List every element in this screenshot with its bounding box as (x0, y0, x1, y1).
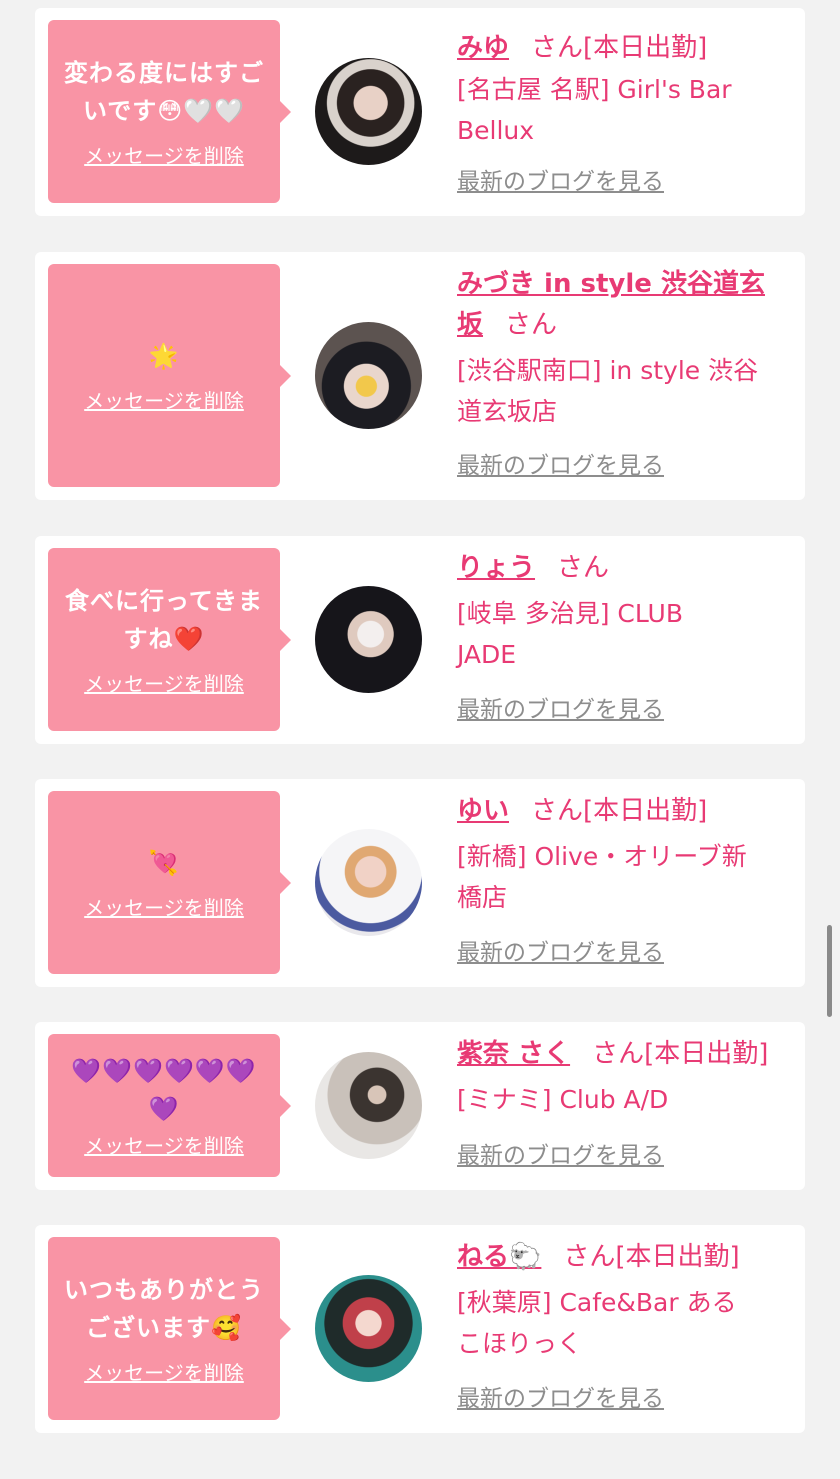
profile-info: ねる🐑 さん[本日出勤] [秋葉原] Cafe&Bar ある こほりっく (457, 1237, 797, 1364)
latest-blog-link[interactable]: 最新のブログを見る (457, 694, 664, 726)
friend-card: 食べに行ってきま すね❤️ メッセージを削除 りょう さん [岐阜 多治見] CL… (35, 536, 805, 744)
latest-blog-link[interactable]: 最新のブログを見る (457, 450, 664, 482)
message-bubble: 💜💜💜💜💜💜 💜 メッセージを削除 (48, 1034, 291, 1177)
honorific-status: さん[本日出勤] (563, 1242, 740, 1272)
message-bubble: 変わる度にはすご いです😳🤍🤍 メッセージを削除 (48, 20, 291, 203)
scrollbar[interactable] (827, 925, 832, 1017)
cast-name-link[interactable]: みづき in style 渋谷道玄 (457, 269, 765, 299)
cast-name-link-cont[interactable]: 坂 (457, 310, 483, 340)
profile-info: 紫奈 さく さん[本日出勤] [ミナミ] Club A/D (457, 1034, 797, 1120)
shop-info: [岐阜 多治見] CLUB JADE (457, 599, 683, 669)
delete-message-link[interactable]: メッセージを削除 (84, 387, 244, 415)
cast-name-link[interactable]: ゆい (457, 796, 509, 826)
name-line: ゆい さん[本日出勤] (457, 791, 797, 832)
message-bubble: 食べに行ってきま すね❤️ メッセージを削除 (48, 548, 291, 731)
friend-card: 💜💜💜💜💜💜 💜 メッセージを削除 紫奈 さく さん[本日出勤] [ミナミ] Cl… (35, 1022, 805, 1190)
name-line: 紫奈 さく さん[本日出勤] (457, 1034, 797, 1075)
shop-info: [秋葉原] Cafe&Bar ある こほりっく (457, 1288, 737, 1358)
avatar[interactable] (315, 829, 422, 936)
message-text: いつもありがとう ございます🥰 (64, 1275, 264, 1342)
friend-card: いつもありがとう ございます🥰 メッセージを削除 ねる🐑 さん[本日出勤] [秋葉… (35, 1225, 805, 1433)
honorific-status: さん (505, 310, 558, 340)
delete-message-link[interactable]: メッセージを削除 (84, 1359, 244, 1387)
profile-info: ゆい さん[本日出勤] [新橋] Olive・オリーブ新 橋店 (457, 791, 797, 918)
delete-message-link[interactable]: メッセージを削除 (84, 1132, 244, 1160)
honorific-status: さん[本日出勤] (531, 33, 708, 63)
message-bubble: いつもありがとう ございます🥰 メッセージを削除 (48, 1237, 291, 1420)
profile-info: みゆ さん[本日出勤] [名古屋 名駅] Girl's Bar Bellux (457, 28, 797, 151)
avatar[interactable] (315, 1275, 422, 1382)
name-line: みゆ さん[本日出勤] (457, 28, 797, 69)
message-text: 🌟 (148, 341, 180, 370)
name-line: りょう さん (457, 548, 797, 589)
profile-info: みづき in style 渋谷道玄 坂さん [渋谷駅南口] in style 渋… (457, 264, 797, 432)
shop-info: [新橋] Olive・オリーブ新 橋店 (457, 842, 747, 912)
delete-message-link[interactable]: メッセージを削除 (84, 670, 244, 698)
latest-blog-link[interactable]: 最新のブログを見る (457, 1140, 664, 1172)
message-text: 変わる度にはすご いです😳🤍🤍 (64, 58, 264, 125)
latest-blog-link[interactable]: 最新のブログを見る (457, 1383, 664, 1415)
message-bubble: 🌟 メッセージを削除 (48, 264, 291, 487)
shop-info: [名古屋 名駅] Girl's Bar Bellux (457, 75, 732, 145)
honorific-status: さん[本日出勤] (592, 1039, 769, 1069)
shop-info: [渋谷駅南口] in style 渋谷 道玄坂店 (457, 356, 759, 426)
name-line: ねる🐑 さん[本日出勤] (457, 1237, 797, 1278)
avatar[interactable] (315, 322, 422, 429)
name-line: みづき in style 渋谷道玄 坂さん (457, 264, 797, 346)
profile-info: りょう さん [岐阜 多治見] CLUB JADE (457, 548, 797, 675)
avatar[interactable] (315, 58, 422, 165)
friend-card: 🌟 メッセージを削除 みづき in style 渋谷道玄 坂さん [渋谷駅南口]… (35, 252, 805, 500)
message-text: 💜💜💜💜💜💜 💜 (71, 1056, 257, 1123)
friend-card: 💘 メッセージを削除 ゆい さん[本日出勤] [新橋] Olive・オリーブ新 橋… (35, 779, 805, 987)
delete-message-link[interactable]: メッセージを削除 (84, 142, 244, 170)
friend-card: 変わる度にはすご いです😳🤍🤍 メッセージを削除 みゆ さん[本日出勤] [名古屋… (35, 8, 805, 216)
honorific-status: さん (557, 553, 610, 583)
cast-name-link[interactable]: りょう (457, 553, 535, 583)
avatar[interactable] (315, 1052, 422, 1159)
latest-blog-link[interactable]: 最新のブログを見る (457, 937, 664, 969)
avatar[interactable] (315, 586, 422, 693)
cast-name-link[interactable]: 紫奈 さく (457, 1039, 570, 1069)
message-text: 💘 (148, 848, 180, 877)
latest-blog-link[interactable]: 最新のブログを見る (457, 166, 664, 198)
message-bubble: 💘 メッセージを削除 (48, 791, 291, 974)
shop-info: [ミナミ] Club A/D (457, 1085, 669, 1114)
cast-name-link[interactable]: みゆ (457, 33, 509, 63)
delete-message-link[interactable]: メッセージを削除 (84, 894, 244, 922)
cast-name-link[interactable]: ねる🐑 (457, 1242, 541, 1272)
honorific-status: さん[本日出勤] (531, 796, 708, 826)
message-text: 食べに行ってきま すね❤️ (64, 586, 264, 653)
